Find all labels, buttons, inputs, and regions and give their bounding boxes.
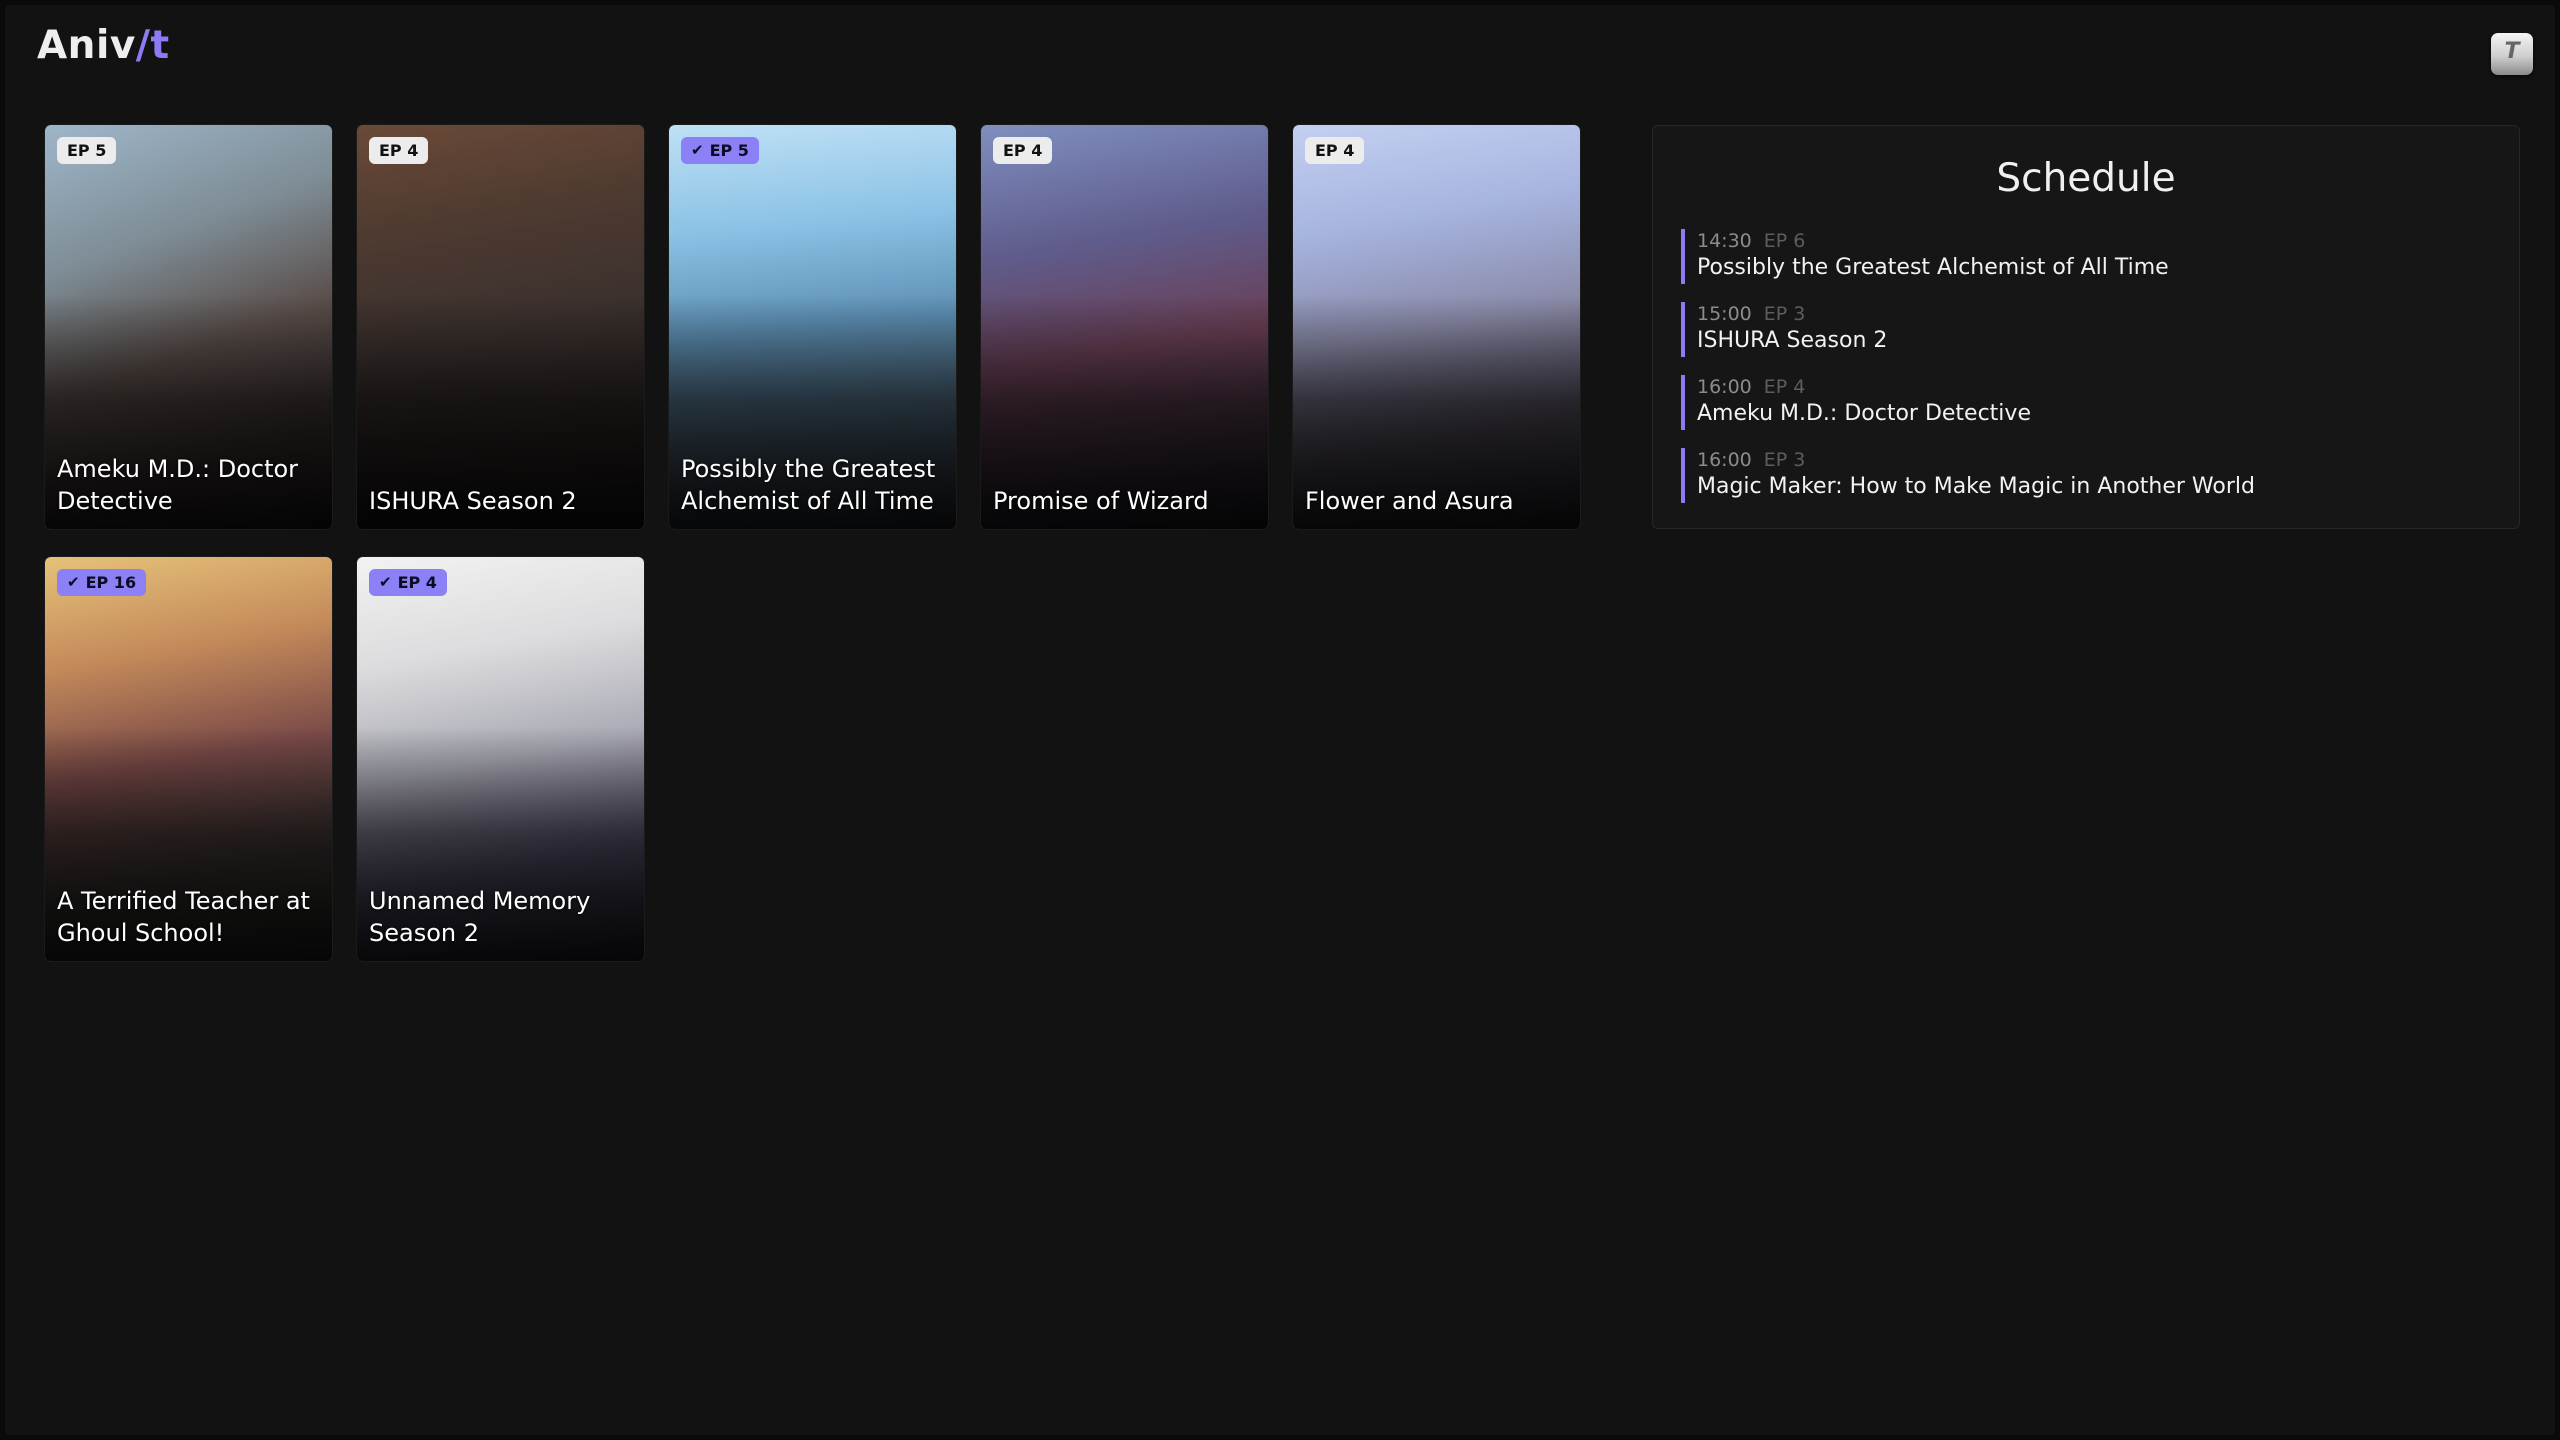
schedule-title: Magic Maker: How to Make Magic in Anothe… bbox=[1697, 474, 2255, 499]
card-title: ISHURA Season 2 bbox=[369, 487, 577, 515]
schedule-time: 14:30 bbox=[1697, 230, 1752, 252]
episode-badge-label: EP 4 bbox=[1315, 141, 1355, 160]
schedule-episode: EP 3 bbox=[1763, 449, 1806, 471]
checkmark-icon: ✔ bbox=[379, 573, 392, 591]
schedule-item[interactable]: 15:00 EP 3 ISHURA Season 2 bbox=[1681, 302, 2499, 357]
episode-badge-label: EP 4 bbox=[1003, 141, 1043, 160]
episode-badge-label: EP 5 bbox=[67, 141, 107, 160]
episode-badge-watched: ✔ EP 4 bbox=[369, 569, 447, 596]
episode-badge: EP 4 bbox=[369, 137, 429, 164]
episode-badge: EP 4 bbox=[993, 137, 1053, 164]
episode-badge-label: EP 16 bbox=[85, 573, 137, 592]
schedule-time: 15:00 bbox=[1697, 303, 1752, 325]
card-title: Possibly the Greatest Alchemist of All T… bbox=[681, 455, 936, 515]
anime-card-flower-and-asura[interactable]: EP 4 Flower and Asura bbox=[1293, 125, 1580, 529]
anime-card-promise-of-wizard[interactable]: EP 4 Promise of Wizard bbox=[981, 125, 1268, 529]
episode-badge-label: EP 4 bbox=[397, 573, 437, 592]
schedule-list: 14:30 EP 6 Possibly the Greatest Alchemis… bbox=[1681, 229, 2499, 521]
schedule-time: 16:00 bbox=[1697, 376, 1752, 398]
schedule-item[interactable]: 16:00 EP 4 Ameku M.D.: Doctor Detective bbox=[1681, 375, 2499, 430]
logo-accent-text: /t bbox=[135, 23, 170, 68]
card-title: Flower and Asura bbox=[1305, 487, 1514, 515]
user-avatar-button[interactable]: T bbox=[2491, 33, 2533, 75]
checkmark-icon: ✔ bbox=[691, 141, 704, 159]
schedule-episode: EP 6 bbox=[1763, 230, 1806, 252]
card-title: Unnamed Memory Season 2 bbox=[369, 887, 591, 947]
logo-text: Aniv bbox=[37, 23, 136, 68]
episode-badge: EP 4 bbox=[1305, 137, 1365, 164]
schedule-time: 16:00 bbox=[1697, 449, 1752, 471]
anime-card-unnamed-memory[interactable]: ✔ EP 4 Unnamed Memory Season 2 bbox=[357, 557, 644, 961]
schedule-heading: Schedule bbox=[1996, 156, 2176, 201]
schedule-title: Possibly the Greatest Alchemist of All T… bbox=[1697, 255, 2169, 280]
checkmark-icon: ✔ bbox=[67, 573, 80, 591]
schedule-episode: EP 3 bbox=[1763, 303, 1806, 325]
episode-badge-label: EP 4 bbox=[379, 141, 419, 160]
anime-card-alchemist[interactable]: ✔ EP 5 Possibly the Greatest Alchemist o… bbox=[669, 125, 956, 529]
schedule-panel: Schedule 14:30 EP 6 Possibly the Greatest… bbox=[1652, 125, 2520, 529]
schedule-item[interactable]: 16:00 EP 3 Magic Maker: How to Make Magic… bbox=[1681, 448, 2499, 503]
anime-card-ameku[interactable]: EP 5 Ameku M.D.: Doctor Detective bbox=[45, 125, 332, 529]
card-title: Promise of Wizard bbox=[993, 487, 1209, 515]
user-avatar-initial: T bbox=[2504, 39, 2520, 64]
episode-badge-label: EP 5 bbox=[709, 141, 749, 160]
anime-card-terrified-teacher[interactable]: ✔ EP 16 A Terrified Teacher at Ghoul Sch… bbox=[45, 557, 332, 961]
schedule-title: Ameku M.D.: Doctor Detective bbox=[1697, 401, 2031, 426]
schedule-item[interactable]: 14:30 EP 6 Possibly the Greatest Alchemis… bbox=[1681, 229, 2499, 284]
app-window: Aniv/t T EP 5 Ameku M.D.: Doctor Detecti… bbox=[5, 5, 2555, 1435]
app-logo[interactable]: Aniv/t bbox=[37, 23, 170, 68]
card-title: Ameku M.D.: Doctor Detective bbox=[57, 455, 299, 515]
episode-badge-watched: ✔ EP 5 bbox=[681, 137, 759, 164]
schedule-title: ISHURA Season 2 bbox=[1697, 328, 1888, 353]
schedule-episode: EP 4 bbox=[1763, 376, 1806, 398]
episode-badge-watched: ✔ EP 16 bbox=[57, 569, 147, 596]
episode-badge: EP 5 bbox=[57, 137, 117, 164]
card-title: A Terrified Teacher at Ghoul School! bbox=[57, 887, 310, 947]
anime-card-ishura[interactable]: EP 4 ISHURA Season 2 bbox=[357, 125, 644, 529]
